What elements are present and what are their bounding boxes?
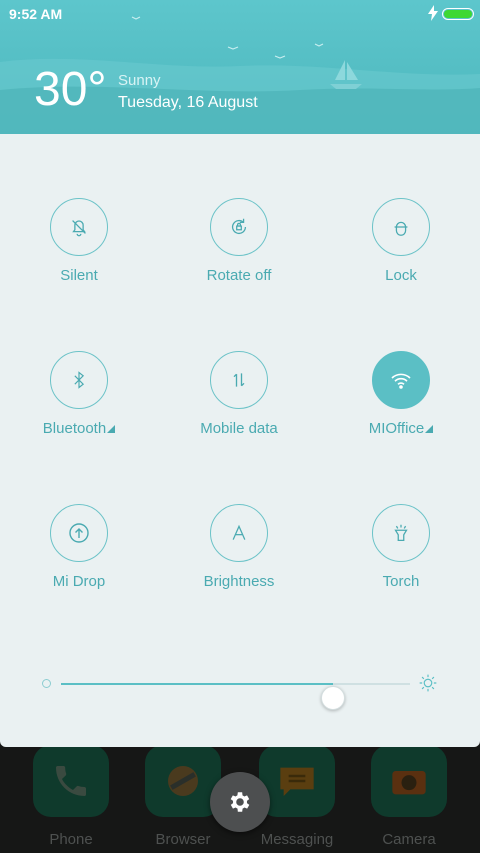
toggle-brightness[interactable]: Brightness xyxy=(169,504,309,590)
lock-icon xyxy=(372,198,430,256)
toggle-torch[interactable]: Torch xyxy=(331,504,471,590)
status-time: 9:52 AM xyxy=(9,6,63,22)
expand-triangle-icon[interactable] xyxy=(425,425,434,433)
message-icon xyxy=(259,745,335,817)
mobile-data-icon xyxy=(210,351,268,409)
weather-date: Tuesday, 16 August xyxy=(118,94,258,111)
slider-fill xyxy=(61,683,334,685)
gear-icon xyxy=(230,792,250,812)
toggle-mi-drop[interactable]: Mi Drop xyxy=(9,504,149,590)
bell-off-icon xyxy=(50,198,108,256)
bolt-icon xyxy=(428,5,438,21)
toggle-bluetooth[interactable]: Bluetooth xyxy=(9,351,149,437)
bluetooth-icon xyxy=(50,351,108,409)
slider-track[interactable] xyxy=(61,683,410,710)
dock-app-camera: Camera xyxy=(369,745,449,848)
weather-header[interactable]: 9:52 AM 30° Sunny Tuesday, 16 August xyxy=(0,0,480,134)
expand-triangle-icon[interactable] xyxy=(107,425,116,433)
dock-app-phone: Phone xyxy=(31,745,111,848)
sun-icon xyxy=(419,674,437,692)
toggle-silent[interactable]: Silent xyxy=(9,198,149,284)
mi-drop-icon xyxy=(50,504,108,562)
toggle-wifi[interactable]: MIOffice xyxy=(331,351,471,437)
camera-icon xyxy=(371,745,447,817)
battery-icon xyxy=(442,8,474,20)
settings-button[interactable] xyxy=(210,772,270,832)
brightness-min-icon xyxy=(42,679,51,688)
toggle-lock[interactable]: Lock xyxy=(331,198,471,284)
temperature: 30° xyxy=(34,63,107,116)
brightness-slider[interactable] xyxy=(40,669,440,710)
phone-icon xyxy=(33,745,109,817)
toggle-mobile-data[interactable]: Mobile data xyxy=(169,351,309,437)
weather-condition: Sunny xyxy=(118,72,161,89)
brightness-auto-icon xyxy=(210,504,268,562)
torch-icon xyxy=(372,504,430,562)
wifi-icon xyxy=(372,351,430,409)
toggle-rotate[interactable]: Rotate off xyxy=(169,198,309,284)
rotate-lock-icon xyxy=(210,198,268,256)
